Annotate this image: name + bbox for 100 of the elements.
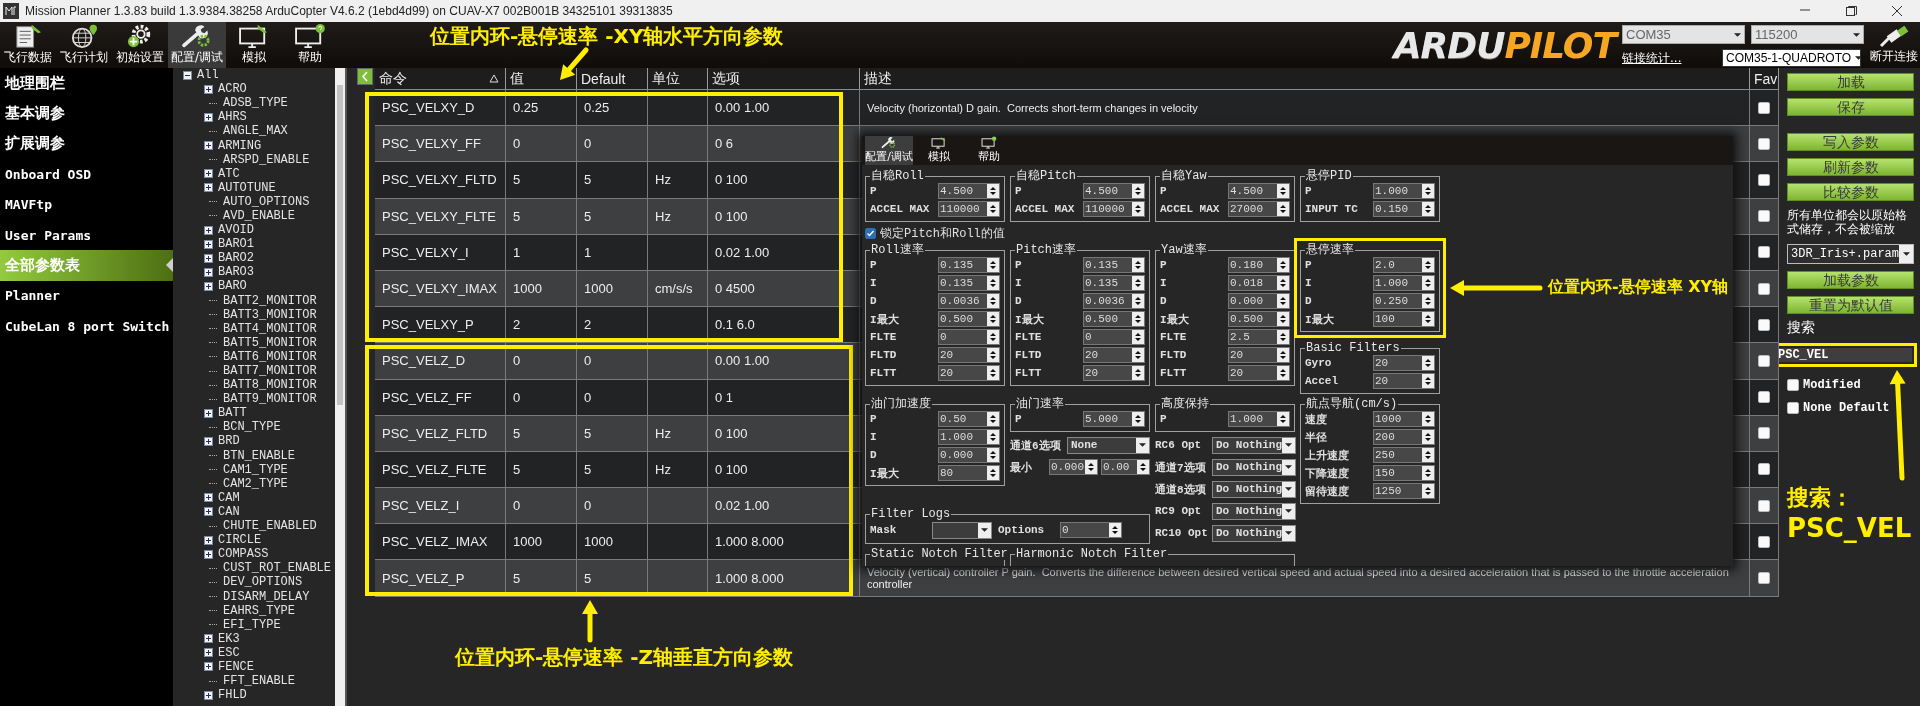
number-field[interactable]: 20 [1373,373,1435,389]
number-field[interactable]: 0.018 [1228,275,1290,291]
number-field[interactable]: 1000 [1373,411,1435,427]
toolbar-tab[interactable]: 帮助 [282,22,339,68]
spin-arrows-icon[interactable] [987,184,999,198]
spin-arrows-icon[interactable] [1132,184,1144,198]
collapse-button[interactable] [357,68,373,85]
expand-icon[interactable] [204,549,213,559]
favorite-checkbox[interactable] [1758,535,1770,548]
tree-item[interactable]: BATT [218,406,247,421]
spin-arrows-icon[interactable] [987,312,999,326]
scrollbar-thumb[interactable] [337,85,343,405]
spin-arrows-icon[interactable] [1422,356,1434,370]
toolbar-tab[interactable]: 初始设置 [112,22,168,68]
spin-arrows-icon[interactable] [1132,312,1144,326]
number-field[interactable]: 1.000 [1228,411,1290,427]
spin-arrows-icon[interactable] [1277,312,1289,326]
toolbar-tab[interactable]: 模拟 [226,22,283,68]
expand-icon[interactable] [204,183,213,193]
tree-item[interactable]: EK3 [218,631,240,646]
tree-item[interactable]: FENCE [218,660,254,674]
spin-arrows-icon[interactable] [987,276,999,290]
tree-item[interactable]: FHLD [218,688,247,703]
disconnect-button[interactable]: 断开连接 [1868,25,1920,65]
spin-arrows-icon[interactable] [1277,330,1289,344]
toolbar-tab[interactable]: 飞行计划 [56,22,112,68]
number-field[interactable]: 0.135 [1083,275,1145,291]
expand-icon[interactable] [204,267,213,277]
spin-arrows-icon[interactable] [1422,202,1434,216]
tree-item[interactable]: CAM2_TYPE [223,476,288,491]
sidebar-item[interactable]: 扩展调参 [0,128,173,160]
spin-arrows-icon[interactable] [1422,430,1434,444]
expand-icon[interactable] [204,493,213,503]
expand-icon[interactable] [204,281,213,291]
tree-item[interactable]: All [197,68,219,83]
spin-arrows-icon[interactable] [1422,184,1434,198]
number-field[interactable]: 2.0 [1373,257,1435,273]
spin-arrows-icon[interactable] [987,466,999,480]
expand-icon[interactable] [204,535,213,545]
sidebar-item[interactable]: Planner [0,280,173,312]
option-dropdown[interactable]: Do Nothing [1212,436,1296,454]
expand-icon[interactable] [204,634,213,644]
column-header[interactable]: 描述 [864,69,892,88]
tree-item[interactable]: BATT9_MONITOR [223,392,317,407]
favorite-checkbox[interactable] [1758,572,1770,585]
tree-item[interactable]: BATT2_MONITOR [223,293,317,308]
sidebar-item[interactable]: 地理围栏 [0,68,173,99]
tree-item[interactable]: BARO2 [218,251,254,266]
number-field[interactable]: 0.000 [938,447,1000,463]
expand-icon[interactable] [204,648,213,658]
expand-icon[interactable] [204,239,213,249]
tree-item[interactable]: AUTOTUNE [218,180,276,195]
statistics-link[interactable]: 链接统计... [1622,49,1716,67]
toolbar-tab[interactable]: 配置/调试 [168,22,227,68]
spin-arrows-icon[interactable] [1422,412,1434,426]
tree-item[interactable]: BATT3_MONITOR [223,307,317,322]
number-field[interactable]: 0.500 [938,311,1000,327]
expand-icon[interactable] [204,437,213,446]
spin-arrows-icon[interactable] [1277,348,1289,362]
spin-arrows-icon[interactable] [1277,294,1289,308]
action-button[interactable]: 加载参数 [1787,271,1914,289]
spin-arrows-icon[interactable] [1277,412,1289,426]
expand-icon[interactable] [204,112,213,122]
number-field[interactable]: 0.150 [1373,201,1435,217]
favorite-checkbox[interactable] [1758,137,1770,150]
favorite-checkbox[interactable] [1758,246,1770,259]
spin-arrows-icon[interactable] [1132,202,1144,216]
tree-item[interactable]: ARMING [218,138,262,153]
tree-item[interactable]: ESC [218,645,240,660]
tree-item[interactable]: AVOID [218,223,254,238]
number-field[interactable]: 0.250 [1373,293,1435,309]
spin-arrows-icon[interactable] [1422,294,1434,308]
tree-item[interactable]: CAM [218,490,240,505]
spin-arrows-icon[interactable] [987,294,999,308]
spin-arrows-icon[interactable] [1132,366,1144,380]
number-field[interactable]: 110000 [938,201,1000,217]
tree-item[interactable]: CIRCLE [218,533,262,548]
checkbox[interactable] [1787,379,1799,391]
expand-icon[interactable] [204,408,213,418]
number-field[interactable]: 0.00 [1101,459,1150,475]
option-dropdown[interactable]: Do Nothing [1212,502,1296,520]
spin-arrows-icon[interactable] [1422,276,1434,290]
tree-item[interactable]: BATT7_MONITOR [223,364,317,378]
column-header[interactable]: 值 [510,69,524,88]
toolbar-tab[interactable]: 模拟 [915,136,963,165]
tree-item[interactable]: ADSB_TYPE [223,96,288,111]
spin-arrows-icon[interactable] [1132,330,1144,344]
number-field[interactable]: 20 [938,347,1000,363]
number-field[interactable]: 5.000 [1083,411,1145,427]
tree-item[interactable]: ARSPD_ENABLE [223,152,310,167]
number-field[interactable]: 110000 [1083,201,1145,217]
expand-icon[interactable] [204,690,213,700]
expand-icon[interactable] [204,253,213,263]
number-field[interactable]: 150 [1373,465,1435,481]
action-button[interactable]: 刷新参数 [1787,158,1914,176]
spin-arrows-icon[interactable] [1422,312,1434,326]
tree-item[interactable]: BCN_TYPE [223,420,281,435]
expand-icon[interactable] [204,662,213,672]
number-field[interactable]: 200 [1373,429,1435,445]
number-field[interactable]: 4.500 [1228,183,1290,199]
